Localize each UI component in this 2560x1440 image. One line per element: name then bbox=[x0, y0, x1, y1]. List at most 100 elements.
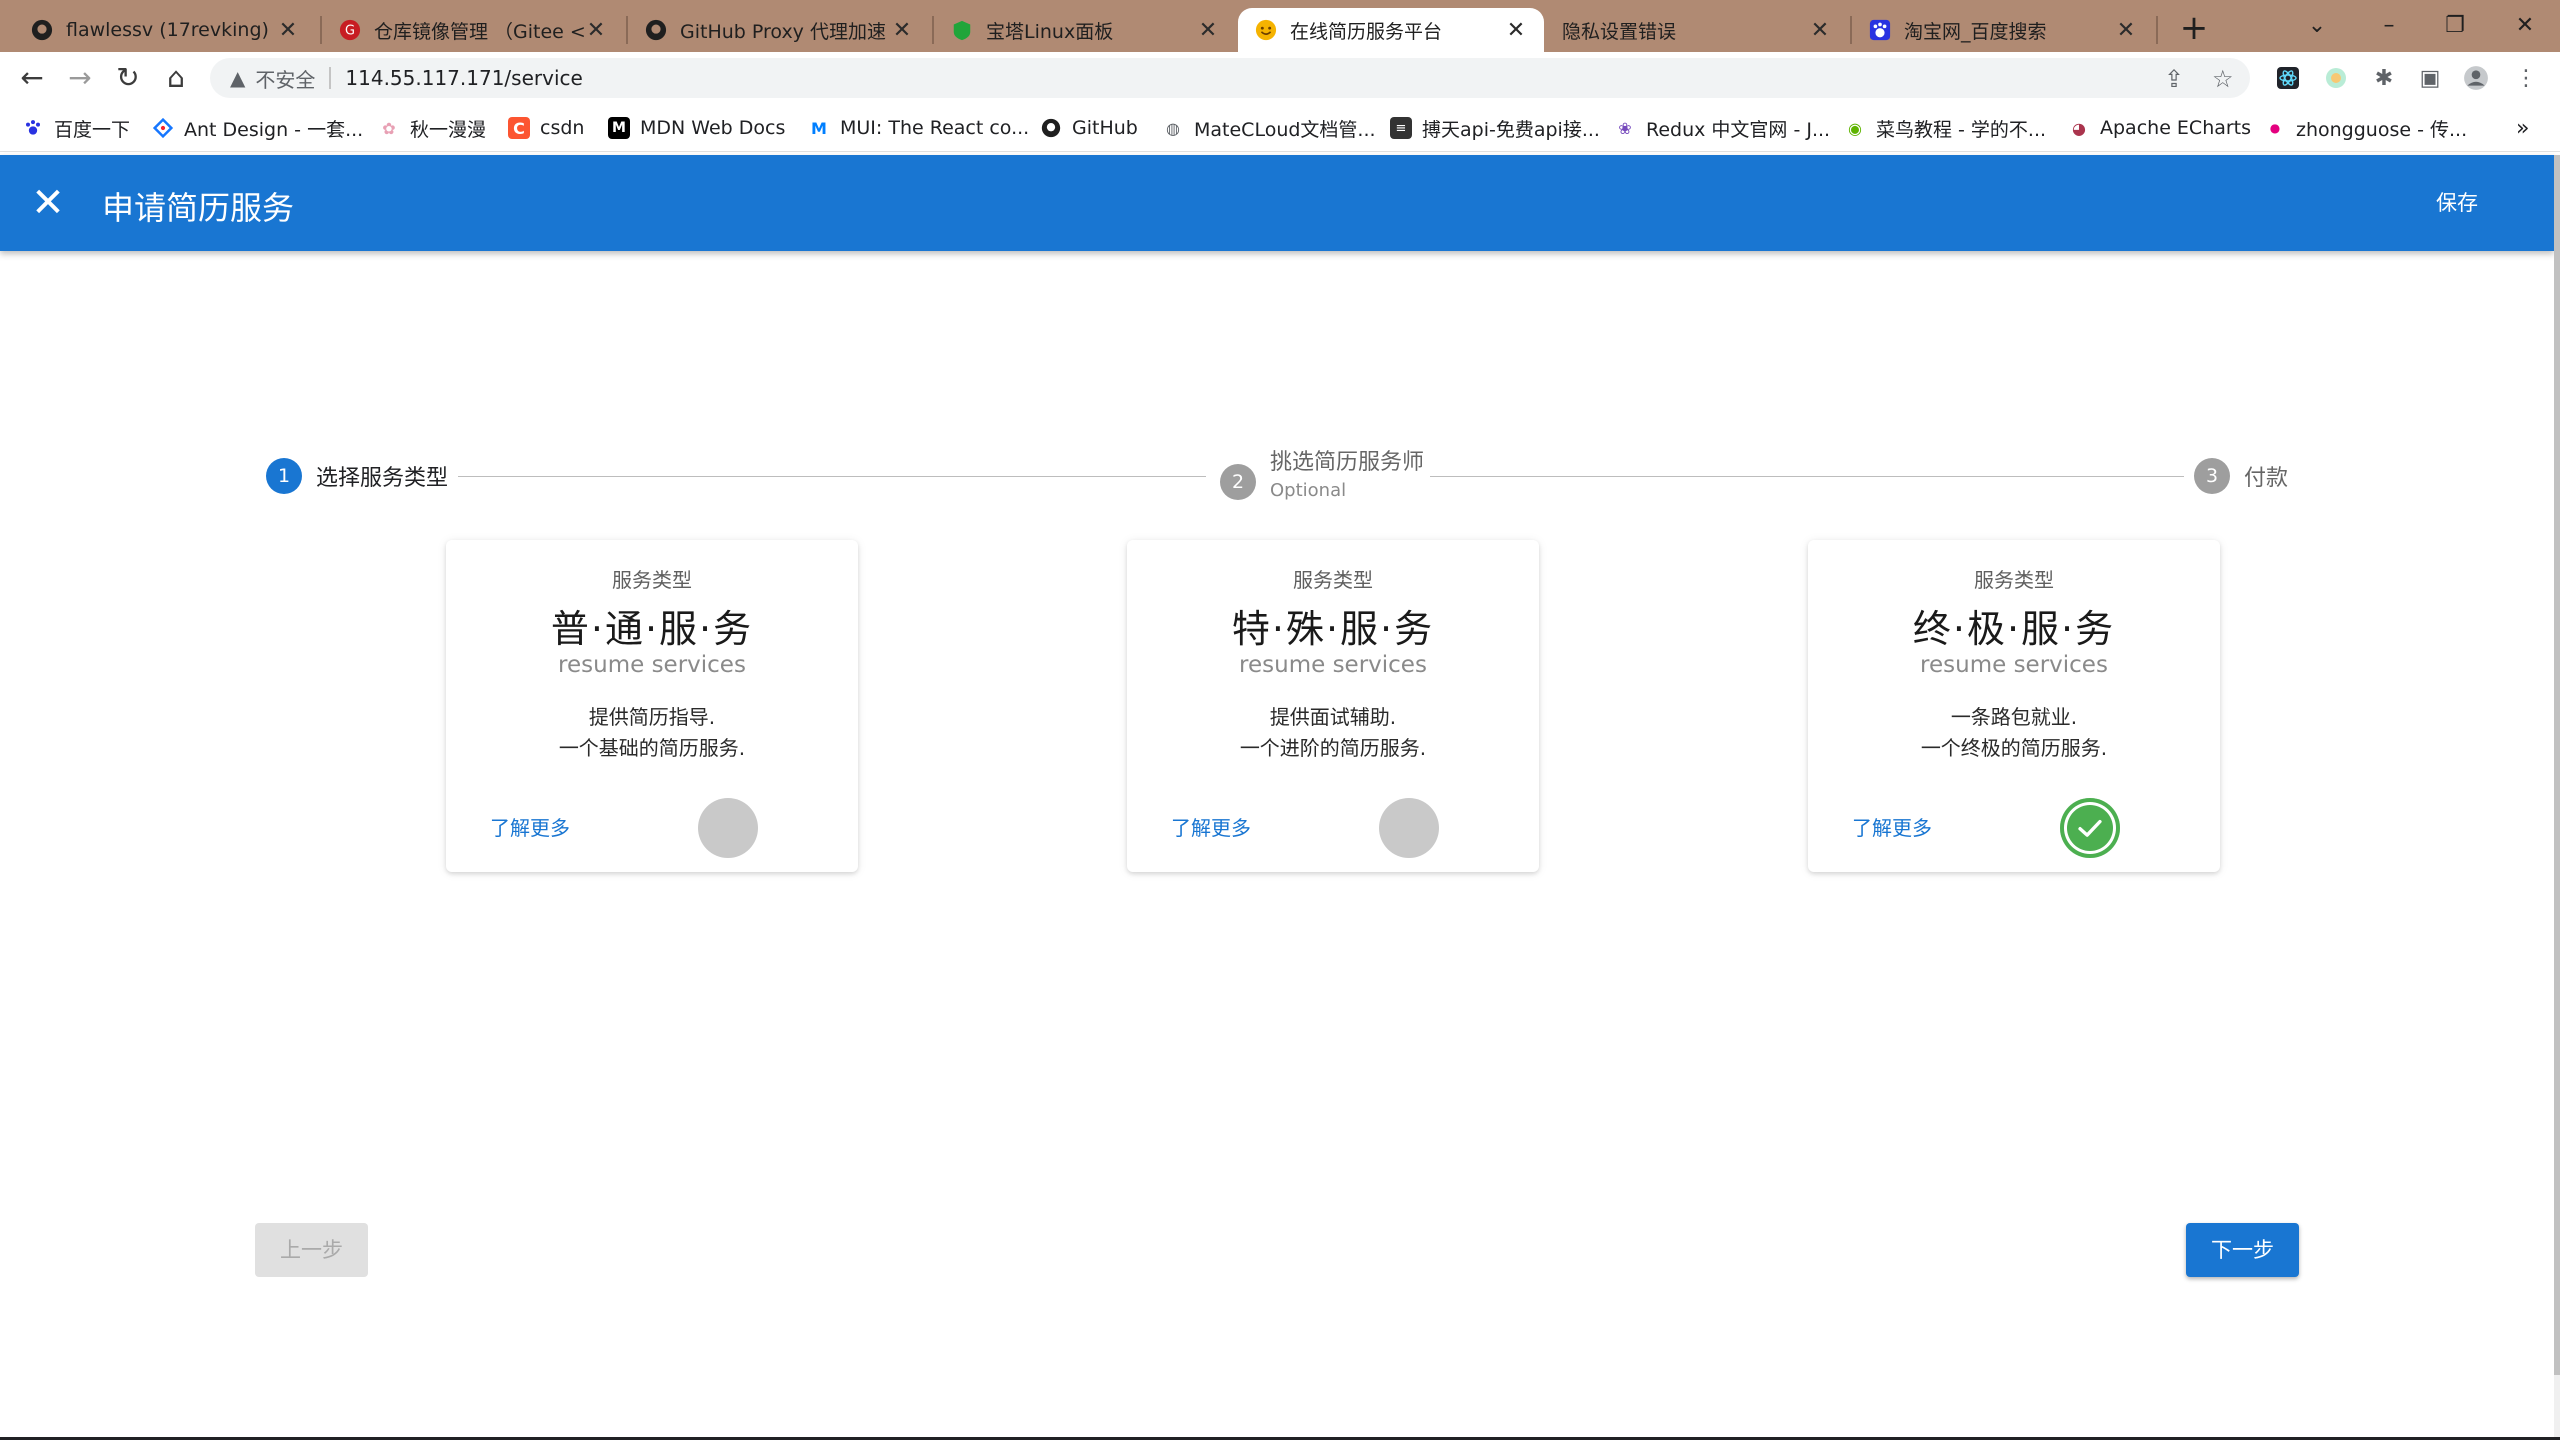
step-label: 付款 bbox=[2244, 466, 2289, 491]
baidu-icon bbox=[1868, 18, 1892, 42]
reload-icon[interactable]: ↻ bbox=[108, 58, 148, 98]
react-devtools-icon[interactable] bbox=[2274, 64, 2302, 92]
card-description: 一条路包就业. 一个终极的简历服务. bbox=[1808, 702, 2220, 764]
browser-tab[interactable]: 淘宝网_百度搜索 ✕ bbox=[1852, 8, 2154, 52]
browser-tab[interactable]: flawlessv (17revking) ✕ bbox=[14, 8, 316, 52]
url-text[interactable]: 114.55.117.171/service bbox=[345, 66, 582, 90]
profile-avatar-icon[interactable] bbox=[2462, 64, 2490, 92]
bookmark-item[interactable]: ✿ 秋一漫漫 bbox=[378, 114, 486, 142]
redux-icon: ❀ bbox=[1618, 118, 1632, 138]
bookmark-item[interactable]: ◉ 菜鸟教程 - 学的不... bbox=[1844, 114, 2046, 142]
browser-tab[interactable]: G 仓库镜像管理 （Gitee < ✕ bbox=[322, 8, 624, 52]
bookmark-label: MDN Web Docs bbox=[640, 117, 786, 139]
card-desc-line: 一个基础的简历服务. bbox=[558, 736, 746, 760]
bookmarks-overflow-icon[interactable]: » bbox=[2516, 114, 2529, 142]
tab-title: 淘宝网_百度搜索 bbox=[1904, 20, 2047, 43]
app-bar: ✕ 申请简历服务 保存 bbox=[0, 155, 2554, 251]
bookmark-label: Redux 中文官网 - J... bbox=[1646, 118, 1831, 141]
close-icon[interactable]: ✕ bbox=[1196, 18, 1220, 43]
select-radio[interactable] bbox=[1379, 798, 1439, 858]
echarts-icon: ◕ bbox=[2072, 118, 2086, 138]
address-bar[interactable]: ▲ 不安全 114.55.117.171/service bbox=[210, 58, 2250, 98]
github-icon bbox=[30, 18, 54, 42]
bookmark-item[interactable]: Ant Design - 一套... bbox=[152, 114, 363, 142]
bookmark-item[interactable]: ◍ MateCLoud文档管... bbox=[1162, 114, 1376, 142]
close-icon[interactable]: ✕ bbox=[2114, 18, 2138, 43]
bookmark-item[interactable]: ● zhongguose - 传... bbox=[2264, 114, 2467, 142]
step-select-service-type: 1 选择服务类型 bbox=[266, 458, 448, 494]
close-icon[interactable]: ✕ bbox=[276, 18, 300, 43]
tab-title: 隐私设置错误 bbox=[1562, 20, 1677, 43]
card-desc-line: 一个进阶的简历服务. bbox=[1239, 736, 1427, 760]
window-close-icon[interactable]: ✕ bbox=[2500, 6, 2550, 46]
step-number: 2 bbox=[1220, 463, 1256, 500]
close-icon[interactable]: ✕ bbox=[1504, 18, 1528, 43]
learn-more-link[interactable]: 了解更多 bbox=[1171, 812, 1251, 841]
bookmark-item[interactable]: ❀ Redux 中文官网 - J... bbox=[1614, 114, 1830, 142]
bookmark-item[interactable]: ◕ Apache ECharts bbox=[2068, 114, 2251, 142]
service-card-special[interactable]: 服务类型 特·殊·服·务 resume services 提供面试辅助. 一个进… bbox=[1127, 540, 1539, 872]
learn-more-link[interactable]: 了解更多 bbox=[490, 812, 570, 841]
service-card-ultimate[interactable]: 服务类型 终·极·服·务 resume services 一条路包就业. 一个终… bbox=[1808, 540, 2220, 872]
github-icon bbox=[644, 18, 668, 42]
bookmark-item[interactable]: 百度一下 bbox=[22, 114, 130, 142]
bookmark-item[interactable]: ≡ 搏天api-免费api接... bbox=[1390, 114, 1600, 142]
bookmark-label: GitHub bbox=[1072, 117, 1138, 139]
save-button[interactable]: 保存 bbox=[2420, 181, 2494, 225]
scrollbar-thumb[interactable] bbox=[2554, 155, 2560, 1375]
step-number: 1 bbox=[266, 458, 302, 494]
antd-icon bbox=[152, 117, 174, 139]
home-icon[interactable]: ⌂ bbox=[156, 58, 196, 98]
extension-icon[interactable] bbox=[2322, 64, 2350, 92]
sidepanel-icon[interactable]: ▣ bbox=[2416, 64, 2444, 92]
mdn-icon: M bbox=[608, 117, 630, 139]
gitee-icon: G bbox=[338, 18, 362, 42]
next-step-button[interactable]: 下一步 bbox=[2186, 1223, 2299, 1277]
restore-icon[interactable]: ❐ bbox=[2430, 6, 2480, 46]
bookmark-star-icon[interactable]: ☆ bbox=[2212, 65, 2234, 93]
tab-title: 宝塔Linux面板 bbox=[986, 20, 1114, 43]
select-radio-checked[interactable] bbox=[2060, 798, 2120, 858]
browser-toolbar: ← → ↻ ⌂ ▲ 不安全 114.55.117.171/service ⇪ ☆… bbox=[0, 52, 2560, 104]
browser-tab-strip: flawlessv (17revking) ✕ G 仓库镜像管理 （Gitee … bbox=[0, 0, 2560, 52]
check-icon bbox=[2078, 819, 2102, 837]
bookmark-label: MateCLoud文档管... bbox=[1194, 118, 1376, 141]
new-tab-button[interactable]: + bbox=[2174, 8, 2214, 48]
back-icon[interactable]: ← bbox=[12, 58, 52, 98]
globe-icon: ◍ bbox=[1166, 118, 1180, 138]
browser-tab[interactable]: 隐私设置错误 ✕ bbox=[1546, 8, 1848, 52]
bookmark-item[interactable]: C csdn bbox=[508, 114, 584, 142]
tab-search-icon[interactable]: ⌄ bbox=[2292, 6, 2342, 46]
browser-tab[interactable]: 宝塔Linux面板 ✕ bbox=[934, 8, 1236, 52]
scrollbar[interactable] bbox=[2554, 155, 2560, 1440]
svg-text:G: G bbox=[345, 24, 355, 39]
bookmark-label: MUI: The React co... bbox=[840, 117, 1030, 139]
menu-kebab-icon[interactable]: ⋮ bbox=[2512, 64, 2540, 92]
github-icon bbox=[1040, 117, 1062, 139]
bookmark-item[interactable]: M MUI: The React co... bbox=[808, 114, 1029, 142]
bookmark-item[interactable]: M MDN Web Docs bbox=[608, 114, 785, 142]
puzzle-icon[interactable]: ✱ bbox=[2370, 64, 2398, 92]
bookmark-label: 秋一漫漫 bbox=[410, 118, 487, 141]
close-icon[interactable]: ✕ bbox=[890, 18, 914, 43]
step-optional-label: Optional bbox=[1270, 480, 1347, 501]
step-choose-resume-advisor: 2 挑选简历服务师 Optional bbox=[1220, 444, 1424, 501]
service-card-basic[interactable]: 服务类型 普·通·服·务 resume services 提供简历指导. 一个基… bbox=[446, 540, 858, 872]
forward-icon[interactable]: → bbox=[60, 58, 100, 98]
close-icon[interactable]: ✕ bbox=[1808, 18, 1832, 43]
browser-tab-active[interactable]: 在线简历服务平台 ✕ bbox=[1238, 8, 1544, 52]
step-payment: 3 付款 bbox=[2194, 458, 2288, 494]
previous-step-button[interactable]: 上一步 bbox=[255, 1223, 368, 1277]
share-icon[interactable]: ⇪ bbox=[2164, 65, 2184, 93]
minimize-icon[interactable]: – bbox=[2364, 6, 2414, 46]
card-title: 终·极·服·务 bbox=[1912, 607, 2116, 651]
close-icon[interactable]: ✕ bbox=[24, 179, 72, 227]
tab-title: 仓库镜像管理 （Gitee < bbox=[374, 20, 584, 43]
bookmark-item[interactable]: GitHub bbox=[1040, 114, 1138, 142]
browser-tab[interactable]: GitHub Proxy 代理加速 ✕ bbox=[628, 8, 930, 52]
select-radio[interactable] bbox=[698, 798, 758, 858]
close-icon[interactable]: ✕ bbox=[584, 18, 608, 43]
step-number: 3 bbox=[2194, 458, 2230, 494]
learn-more-link[interactable]: 了解更多 bbox=[1852, 812, 1932, 841]
tab-title: flawlessv (17revking) bbox=[66, 19, 269, 41]
